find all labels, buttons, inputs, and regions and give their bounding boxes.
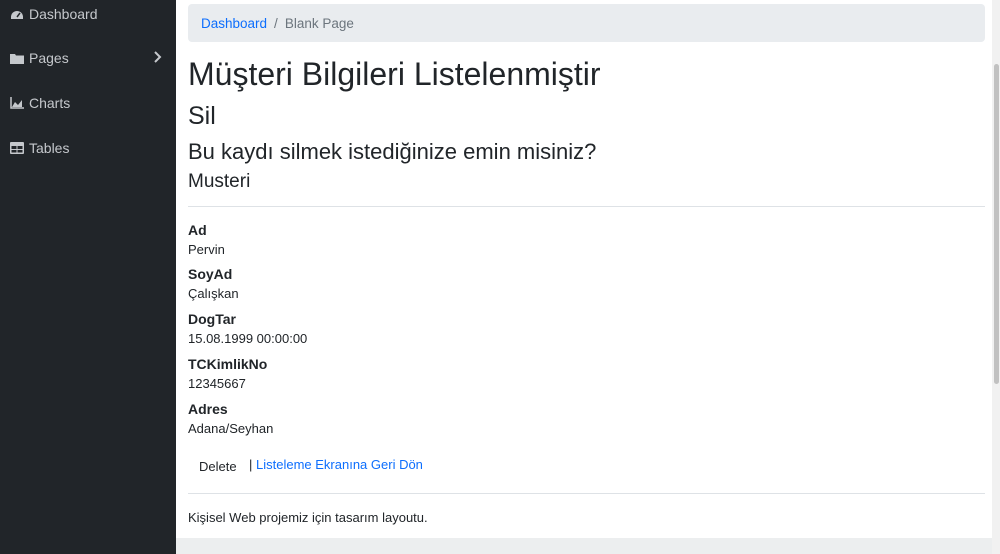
sidebar: Dashboard Pages Charts Tables bbox=[0, 0, 176, 554]
sidebar-item-label: Pages bbox=[29, 50, 69, 66]
field-value-ad: Pervin bbox=[188, 242, 225, 257]
breadcrumb-separator: / bbox=[274, 15, 278, 31]
sidebar-item-tables[interactable]: Tables bbox=[0, 137, 176, 159]
field-value-soyad: Çalışkan bbox=[188, 286, 239, 301]
area-chart-icon bbox=[10, 96, 24, 110]
sidebar-item-label: Tables bbox=[29, 140, 70, 156]
field-value-adres: Adana/Seyhan bbox=[188, 421, 274, 436]
sidebar-item-label: Dashboard bbox=[29, 6, 98, 22]
divider bbox=[188, 206, 985, 207]
field-label-soyad: SoyAd bbox=[188, 266, 233, 282]
breadcrumb-link-dashboard[interactable]: Dashboard bbox=[201, 16, 267, 31]
folder-icon bbox=[10, 51, 24, 65]
breadcrumb-current: Blank Page bbox=[284, 15, 354, 31]
field-label-ad: Ad bbox=[188, 222, 207, 238]
field-value-dogtar: 15.08.1999 00:00:00 bbox=[188, 331, 308, 346]
link-separator: | bbox=[249, 457, 253, 472]
page-title: Müşteri Bilgileri Listelenmiştir bbox=[188, 56, 601, 92]
confirm-question: Bu kaydı silmek istediğinize emin misini… bbox=[188, 139, 597, 164]
scrollbar-thumb[interactable] bbox=[994, 64, 999, 384]
back-to-list-link[interactable]: Listeleme Ekranına Geri Dön bbox=[256, 457, 423, 472]
footer-divider bbox=[188, 493, 985, 494]
breadcrumb: Dashboard / Blank Page bbox=[188, 4, 985, 42]
page-subtitle: Sil bbox=[188, 102, 216, 130]
chevron-right-icon bbox=[154, 50, 162, 66]
sidebar-item-pages[interactable]: Pages bbox=[0, 47, 176, 69]
sidebar-item-label: Charts bbox=[29, 95, 71, 111]
delete-button[interactable]: Delete bbox=[188, 454, 248, 478]
field-value-tckimlikno: 12345667 bbox=[188, 376, 246, 391]
table-icon bbox=[10, 141, 24, 155]
sidebar-item-dashboard[interactable]: Dashboard bbox=[0, 3, 176, 25]
field-label-tckimlikno: TCKimlikNo bbox=[188, 356, 268, 372]
entity-heading: Musteri bbox=[188, 171, 251, 192]
tachometer-icon bbox=[10, 7, 24, 21]
field-label-adres: Adres bbox=[188, 401, 228, 417]
sidebar-item-charts[interactable]: Charts bbox=[0, 92, 176, 114]
footer-text: Kişisel Web projemiz için tasarım layout… bbox=[188, 510, 428, 525]
field-label-dogtar: DogTar bbox=[188, 311, 236, 327]
